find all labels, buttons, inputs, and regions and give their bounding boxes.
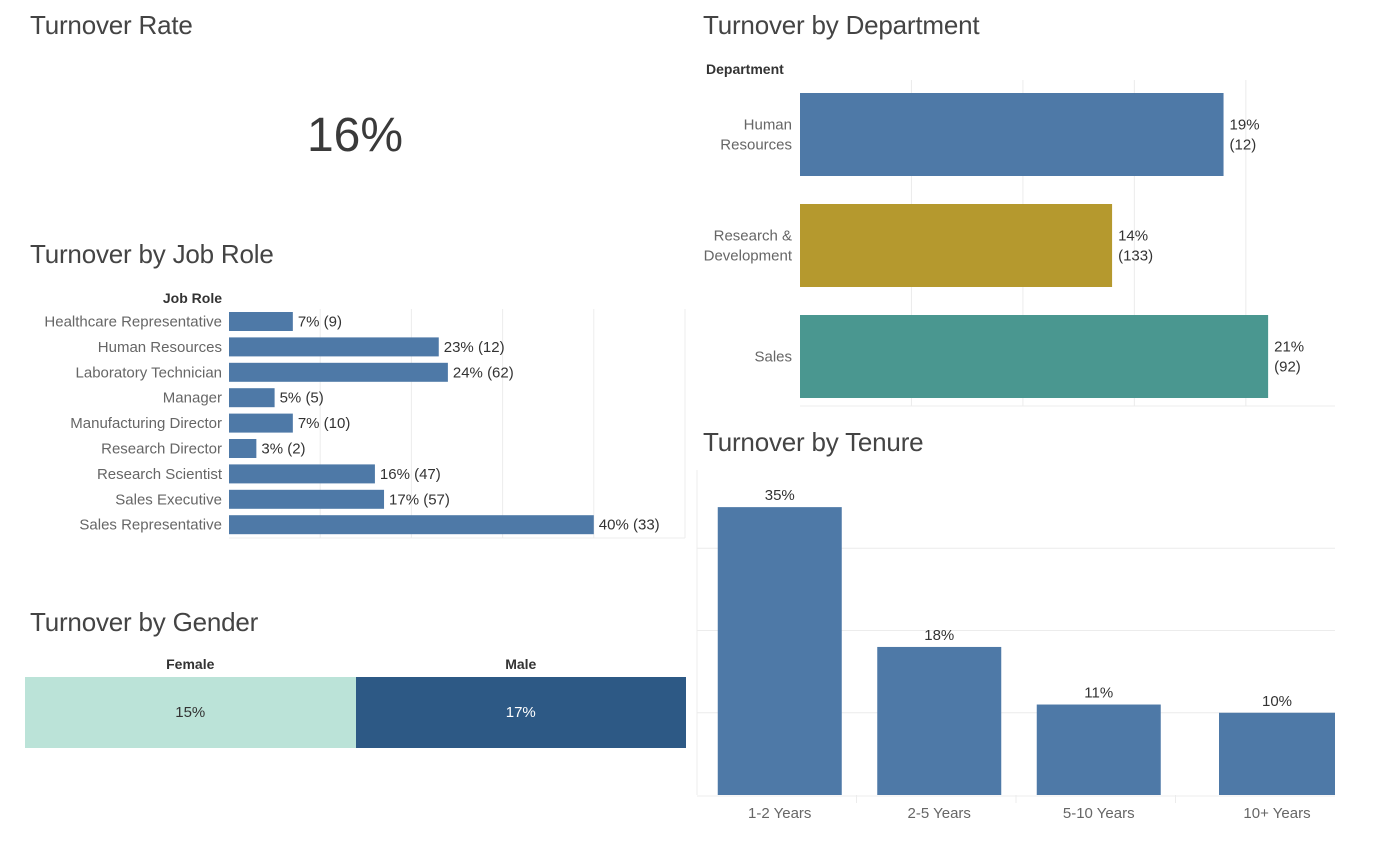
gender-column-header: Female [166,656,215,672]
tenure-bar[interactable] [1036,704,1161,795]
gender-cell-male[interactable]: 17% [355,677,686,748]
tenure-bar[interactable] [1219,712,1335,795]
tenure-bar[interactable] [717,507,842,795]
tenure-category-label: 1-2 Years [748,805,811,822]
gender-column-header: Male [505,656,537,672]
tenure-category-label: 5-10 Years [1063,805,1135,822]
tenure-value-label: 18% [924,627,954,644]
gender-cell-female[interactable]: 15% [25,677,356,748]
tenure-bar[interactable] [877,646,1002,795]
tenure-value-label: 11% [1084,685,1113,702]
tenure-category-label: 10+ Years [1243,805,1310,822]
tenure-value-label: 35% [765,487,795,504]
tenure-value-label: 10% [1262,693,1292,710]
tenure-category-label: 2-5 Years [908,805,971,822]
